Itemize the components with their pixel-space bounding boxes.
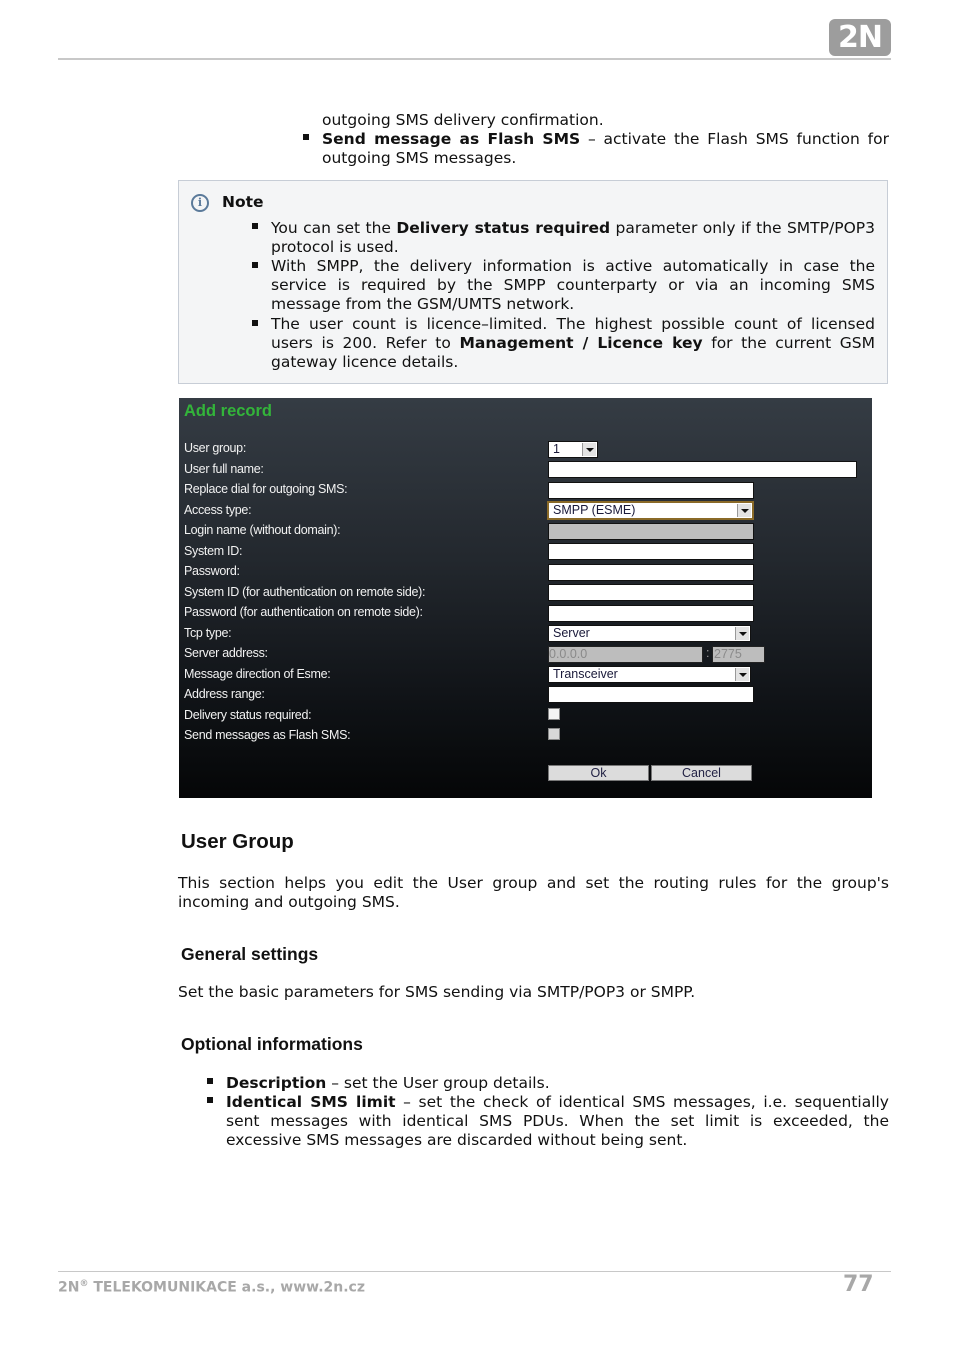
note-term: Management / Licence key (459, 334, 703, 352)
system-id-remote-input[interactable] (548, 584, 754, 601)
select-value: 1 (553, 442, 560, 456)
intro-continuation: outgoing SMS delivery confirmation. (322, 111, 604, 129)
label-address-range: Address range: (184, 687, 265, 701)
access-type-select[interactable]: SMPP (ESME) (547, 501, 754, 520)
bullet-marker (252, 262, 258, 268)
label-server-address: Server address: (184, 646, 268, 660)
chevron-down-icon (737, 504, 751, 517)
label-login-name: Login name (without domain): (184, 523, 341, 537)
note-term: Delivery status required (396, 219, 611, 237)
header-divider (58, 58, 891, 60)
note-item: You can set the Delivery status required… (271, 219, 875, 257)
login-name-input[interactable] (548, 523, 754, 540)
address-separator: : (706, 646, 710, 660)
label-user-full-name: User full name: (184, 462, 264, 476)
label-password: Password: (184, 564, 240, 578)
cancel-button[interactable]: Cancel (651, 765, 752, 781)
brand-logo: 2N (829, 19, 891, 56)
note-title: Note (222, 193, 264, 211)
password-remote-input[interactable] (548, 605, 754, 622)
label-tcp-type: Tcp type: (184, 626, 232, 640)
server-port-input[interactable]: 2775 (712, 646, 765, 663)
select-value: SMPP (ESME) (553, 503, 636, 517)
panel-title: Add record (184, 402, 273, 420)
chevron-down-icon (735, 627, 749, 640)
section-heading-general-settings: General settings (181, 944, 319, 964)
company-website: TELEKOMUNIKACE a.s., www.2n.cz (88, 1279, 365, 1296)
chevron-down-icon (582, 443, 596, 456)
chevron-down-icon (735, 668, 749, 681)
section-heading-user-group: User Group (181, 830, 294, 853)
ok-button[interactable]: Ok (548, 765, 649, 781)
replace-dial-input[interactable] (548, 482, 754, 499)
user-full-name-input[interactable] (548, 461, 857, 478)
bullet-marker (303, 134, 309, 140)
user-group-description: This section helps you edit the User gro… (178, 874, 889, 911)
label-system-id: System ID: (184, 544, 243, 558)
term-description: – set the User group details. (326, 1074, 550, 1092)
address-range-input[interactable] (548, 686, 754, 703)
message-direction-select[interactable]: Transceiver (548, 666, 751, 683)
label-flash-sms: Send messages as Flash SMS: (184, 728, 351, 742)
label-message-direction: Message direction of Esme: (184, 667, 331, 681)
bullet-marker (252, 223, 258, 229)
term: Identical SMS limit (226, 1093, 396, 1111)
label-replace-dial: Replace dial for outgoing SMS: (184, 482, 348, 496)
company-name: 2N (58, 1279, 80, 1296)
tcp-type-select[interactable]: Server (548, 625, 751, 642)
password-input[interactable] (548, 564, 754, 581)
note-text: With SMPP, the delivery information is a… (271, 257, 875, 313)
select-value: Server (553, 626, 590, 640)
flash-sms-checkbox[interactable] (548, 728, 560, 740)
term: Send message as Flash SMS (322, 130, 581, 148)
select-value: Transceiver (553, 667, 618, 681)
bullet-marker (252, 320, 258, 326)
footer-divider (58, 1271, 891, 1272)
note-item: With SMPP, the delivery information is a… (271, 257, 875, 314)
term: Description (226, 1074, 327, 1092)
bullet-marker (207, 1097, 213, 1103)
general-settings-text: Set the basic parameters for SMS sending… (178, 983, 696, 1001)
server-ip-input[interactable]: 0.0.0.0 (548, 646, 703, 663)
label-system-id-remote: System ID (for authentication on remote … (184, 585, 426, 599)
intro-bullet-flash-sms: Send message as Flash SMS – activate the… (322, 130, 889, 168)
label-access-type: Access type: (184, 503, 252, 517)
info-icon: i (191, 194, 209, 212)
optional-item-identical-sms-limit: Identical SMS limit – set the check of i… (226, 1093, 889, 1150)
label-delivery-status: Delivery status required: (184, 708, 312, 722)
page-number: 77 (843, 1272, 874, 1297)
delivery-status-checkbox[interactable] (548, 708, 560, 720)
section-heading-optional-informations: Optional informations (181, 1034, 363, 1054)
note-text: You can set the (271, 219, 397, 237)
label-password-remote: Password (for authentication on remote s… (184, 605, 423, 619)
footer-company: 2N® TELEKOMUNIKACE a.s., www.2n.cz (58, 1279, 365, 1296)
optional-item-description: Description – set the User group details… (226, 1074, 889, 1093)
user-group-select[interactable]: 1 (548, 441, 598, 458)
note-item: The user count is licence–limited. The h… (271, 315, 875, 372)
bullet-marker (207, 1078, 213, 1084)
label-user-group: User group: (184, 441, 247, 455)
system-id-input[interactable] (548, 543, 754, 560)
